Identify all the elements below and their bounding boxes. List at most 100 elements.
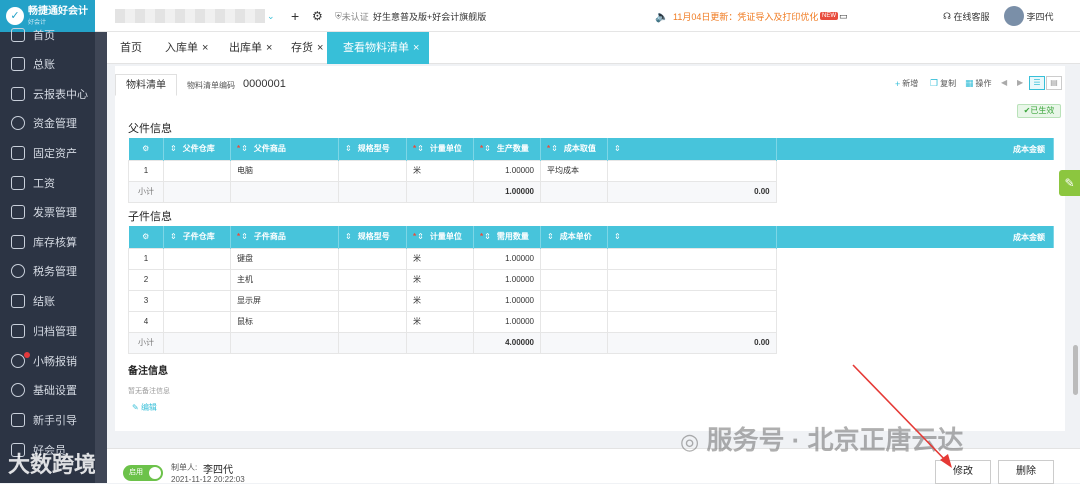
amount-cell[interactable] bbox=[607, 247, 777, 270]
sidebar-item-reports[interactable]: 云报表中心 bbox=[0, 83, 95, 105]
delete-button[interactable]: 删除 bbox=[998, 460, 1054, 484]
plus-icon[interactable]: + bbox=[291, 0, 299, 32]
gear-icon[interactable]: ⚙ bbox=[312, 0, 323, 32]
col-header[interactable]: ⇕ 子件商品 bbox=[230, 226, 339, 248]
sidebar-item-ledger[interactable]: 总账 bbox=[0, 53, 95, 75]
chevron-down-icon[interactable]: ⌄ bbox=[267, 0, 275, 32]
scrollbar-thumb[interactable] bbox=[1073, 345, 1078, 395]
ops-button[interactable]: ▦ 操作 bbox=[965, 78, 992, 89]
price-cell[interactable] bbox=[540, 268, 608, 291]
settings-icon[interactable]: ⚙ bbox=[128, 226, 164, 248]
sidebar-item-archive[interactable]: 归档管理 bbox=[0, 320, 95, 342]
sidebar-item-invoice[interactable]: 发票管理 bbox=[0, 201, 95, 223]
unit-cell[interactable]: 米 bbox=[406, 289, 474, 312]
close-icon[interactable]: × bbox=[266, 42, 272, 54]
table-row[interactable]: 4 鼠标 米 1.00000 bbox=[128, 310, 1054, 333]
card-view-icon[interactable]: ▤ bbox=[1046, 76, 1062, 90]
cost-method-cell[interactable]: 平均成本 bbox=[540, 159, 608, 182]
col-header[interactable]: 成本金额 bbox=[776, 138, 1055, 160]
spec-cell[interactable] bbox=[338, 247, 407, 270]
warehouse-cell[interactable] bbox=[163, 268, 231, 291]
add-button[interactable]: + 新增 bbox=[895, 78, 918, 89]
table-row[interactable]: 1 电脑 米 1.00000 平均成本 bbox=[128, 159, 1054, 182]
warehouse-cell[interactable] bbox=[163, 310, 231, 333]
col-header[interactable]: ⇕ 父件商品 bbox=[230, 138, 339, 160]
qty-cell[interactable]: 1.00000 bbox=[473, 310, 541, 333]
col-header[interactable]: ⇕ 成本单价 bbox=[540, 226, 608, 248]
sidebar-item-tax[interactable]: 税务管理 bbox=[0, 260, 95, 282]
amount-cell[interactable] bbox=[607, 159, 777, 182]
enable-toggle[interactable]: 启用 bbox=[123, 465, 163, 481]
promo-text[interactable]: 好生意普及版+好会计旗舰版 bbox=[373, 0, 486, 32]
col-header[interactable]: ⇕ bbox=[607, 226, 777, 248]
update-notice[interactable]: 11月04日更新：凭证导入及打印优化 bbox=[673, 0, 818, 32]
tab-inbound[interactable]: 入库单 × bbox=[159, 32, 214, 64]
sidebar-item-home[interactable]: 首页 bbox=[0, 24, 95, 46]
product-cell[interactable]: 键盘 bbox=[230, 247, 339, 270]
col-header[interactable]: 成本金额 bbox=[776, 226, 1055, 248]
side-widget-icon[interactable]: ✎ bbox=[1059, 170, 1080, 196]
qty-cell[interactable]: 1.00000 bbox=[473, 268, 541, 291]
col-header[interactable]: ⇕ 计量单位 bbox=[406, 226, 474, 248]
unit-cell[interactable]: 米 bbox=[406, 159, 474, 182]
qty-cell[interactable]: 1.00000 bbox=[473, 289, 541, 312]
table-row[interactable]: 2 主机 米 1.00000 bbox=[128, 268, 1054, 291]
amount-cell[interactable] bbox=[607, 310, 777, 333]
close-icon[interactable]: × bbox=[317, 42, 323, 54]
account-selector[interactable] bbox=[115, 9, 265, 23]
qty-cell[interactable]: 1.00000 bbox=[473, 159, 541, 182]
price-cell[interactable] bbox=[540, 310, 608, 333]
product-cell[interactable]: 鼠标 bbox=[230, 310, 339, 333]
sidebar-item-closing[interactable]: 结账 bbox=[0, 290, 95, 312]
sidebar-item-inventory[interactable]: 库存核算 bbox=[0, 231, 95, 253]
tab-stock[interactable]: 存货 × bbox=[285, 32, 329, 64]
spec-cell[interactable] bbox=[338, 310, 407, 333]
amount-cell[interactable] bbox=[607, 289, 777, 312]
product-cell[interactable]: 主机 bbox=[230, 268, 339, 291]
price-cell[interactable] bbox=[540, 247, 608, 270]
col-header[interactable]: ⇕ 需用数量 bbox=[473, 226, 541, 248]
col-header[interactable]: ⇕ 规格型号 bbox=[338, 226, 407, 248]
col-header[interactable]: ⇕ bbox=[607, 138, 777, 160]
cert-status[interactable]: ⛨ 未认证 bbox=[335, 0, 369, 32]
col-header[interactable]: ⇕ 规格型号 bbox=[338, 138, 407, 160]
product-cell[interactable]: 电脑 bbox=[230, 159, 339, 182]
subtab-bom[interactable]: 物料清单 bbox=[115, 74, 177, 96]
tab-outbound[interactable]: 出库单 × bbox=[223, 32, 278, 64]
col-header[interactable]: ⇕ 生产数量 bbox=[473, 138, 541, 160]
table-row[interactable]: 3 显示屏 米 1.00000 bbox=[128, 289, 1054, 312]
sidebar-item-assets[interactable]: 固定资产 bbox=[0, 142, 95, 164]
sidebar-item-funds[interactable]: 资金管理 bbox=[0, 112, 95, 134]
close-icon[interactable]: × bbox=[202, 42, 208, 54]
prev-icon[interactable]: ◀ bbox=[1001, 78, 1007, 87]
user-menu[interactable]: 李四代 bbox=[1004, 0, 1054, 32]
remark-edit-link[interactable]: ✎ 编辑 bbox=[132, 402, 157, 413]
next-icon[interactable]: ▶ bbox=[1017, 78, 1023, 87]
unit-cell[interactable]: 米 bbox=[406, 310, 474, 333]
tab-bom[interactable]: 查看物料清单 × bbox=[327, 32, 430, 64]
qty-cell[interactable]: 1.00000 bbox=[473, 247, 541, 270]
spec-cell[interactable] bbox=[338, 289, 407, 312]
unit-cell[interactable]: 米 bbox=[406, 247, 474, 270]
spec-cell[interactable] bbox=[338, 159, 407, 182]
sidebar-item-settings[interactable]: 基础设置 bbox=[0, 379, 95, 401]
warehouse-cell[interactable] bbox=[163, 159, 231, 182]
unit-cell[interactable]: 米 bbox=[406, 268, 474, 291]
sidebar-item-salary[interactable]: 工资 bbox=[0, 172, 95, 194]
product-cell[interactable]: 显示屏 bbox=[230, 289, 339, 312]
modify-button[interactable]: 修改 bbox=[935, 460, 991, 484]
spec-cell[interactable] bbox=[338, 268, 407, 291]
list-view-icon[interactable]: ☰ bbox=[1029, 76, 1045, 90]
col-header[interactable]: ⇕ 成本取值 bbox=[540, 138, 608, 160]
tab-home[interactable]: 首页 bbox=[114, 32, 148, 64]
warehouse-cell[interactable] bbox=[163, 289, 231, 312]
col-header[interactable]: ⇕ 计量单位 bbox=[406, 138, 474, 160]
price-cell[interactable] bbox=[540, 289, 608, 312]
col-header[interactable]: ⇕ 父件仓库 bbox=[163, 138, 231, 160]
sidebar-item-expense[interactable]: 小畅报销 bbox=[0, 350, 95, 372]
sidebar-item-guide[interactable]: 新手引导 bbox=[0, 409, 95, 431]
settings-icon[interactable]: ⚙ bbox=[128, 138, 164, 160]
copy-button[interactable]: ❐ 复制 bbox=[930, 78, 956, 89]
close-icon[interactable]: × bbox=[413, 42, 419, 54]
amount-cell[interactable] bbox=[607, 268, 777, 291]
